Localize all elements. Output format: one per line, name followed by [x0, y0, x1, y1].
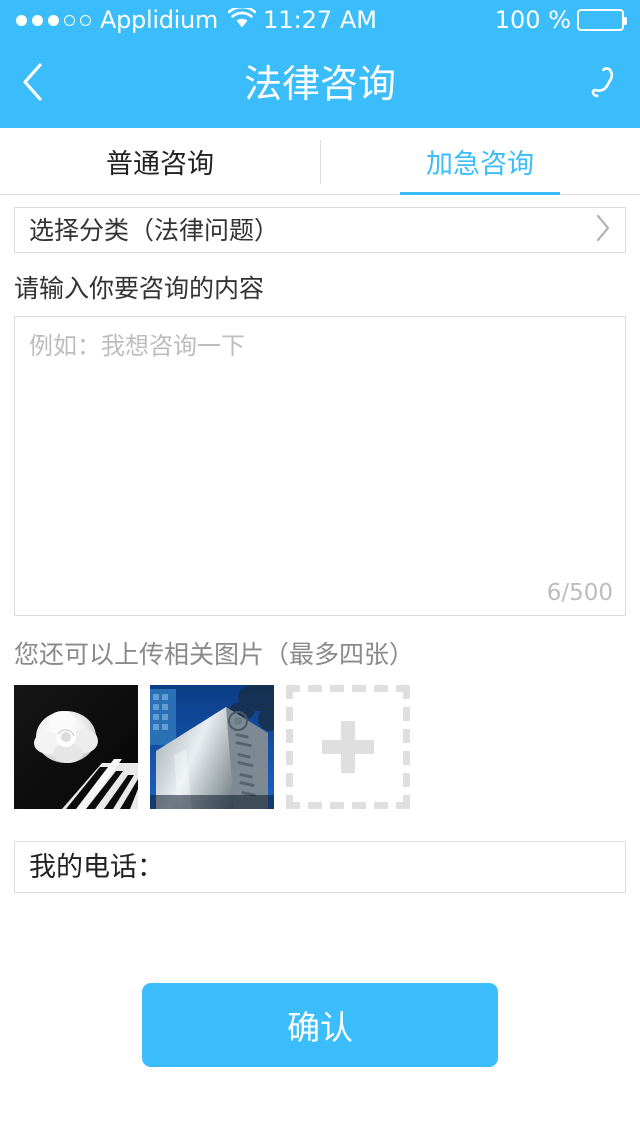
status-bar-right: 100 %: [494, 6, 627, 34]
consultation-type-tabs: 普通咨询 加急咨询: [0, 128, 640, 195]
back-button[interactable]: [20, 62, 64, 106]
signal-strength-indicator: [16, 14, 91, 26]
confirm-button[interactable]: 确认: [142, 983, 498, 1067]
phone-number-field[interactable]: 我的电话：: [14, 841, 626, 893]
tab-normal-consultation[interactable]: 普通咨询: [0, 128, 320, 194]
consultation-form: 选择分类（法律问题） 请输入你要咨询的内容 例如：我想咨询一下 6/500 您还…: [0, 207, 640, 1067]
chevron-right-icon: [593, 212, 613, 248]
tab-label: 普通咨询: [106, 148, 214, 180]
wifi-icon: [227, 5, 257, 33]
character-counter: 6/500: [546, 580, 613, 606]
status-bar: Applidium 11:27 AM 100 %: [0, 0, 640, 40]
add-photo-button[interactable]: [286, 685, 410, 809]
photo-upload-list: [14, 685, 626, 809]
signal-dot-filled: [48, 14, 59, 26]
category-select-label: 选择分类（法律问题）: [29, 215, 280, 245]
signal-dot-empty: [64, 14, 75, 26]
tab-label: 加急咨询: [426, 148, 534, 180]
signal-dot-filled: [16, 14, 27, 26]
signal-dot-empty: [80, 14, 91, 26]
page-title: 法律咨询: [243, 62, 396, 106]
consultation-content-placeholder: 例如：我想咨询一下: [29, 332, 245, 360]
tab-urgent-consultation[interactable]: 加急咨询: [320, 128, 640, 194]
battery-percent-label: 100 %: [494, 6, 571, 34]
submit-area: 确认: [14, 983, 626, 1067]
consultation-content-input[interactable]: 例如：我想咨询一下 6/500: [14, 316, 626, 616]
signal-dot-filled: [32, 14, 43, 26]
photo-thumbnail-rose-piano[interactable]: [14, 685, 138, 809]
phone-field-label: 我的电话：: [29, 851, 164, 883]
content-field-label: 请输入你要咨询的内容: [14, 274, 265, 303]
plus-icon: [322, 721, 374, 773]
category-select[interactable]: 选择分类（法律问题）: [14, 207, 626, 253]
photo-thumbnail-building-sign[interactable]: [150, 685, 274, 809]
phone-icon: [582, 63, 620, 105]
phone-input[interactable]: [166, 851, 611, 883]
upload-hint-label: 您还可以上传相关图片（最多四张）: [14, 640, 415, 669]
carrier-label: Applidium: [100, 6, 219, 34]
battery-icon: [577, 9, 627, 31]
call-button[interactable]: [576, 62, 620, 106]
chevron-left-icon: [20, 60, 46, 108]
nav-bar: 法律咨询: [0, 40, 640, 128]
